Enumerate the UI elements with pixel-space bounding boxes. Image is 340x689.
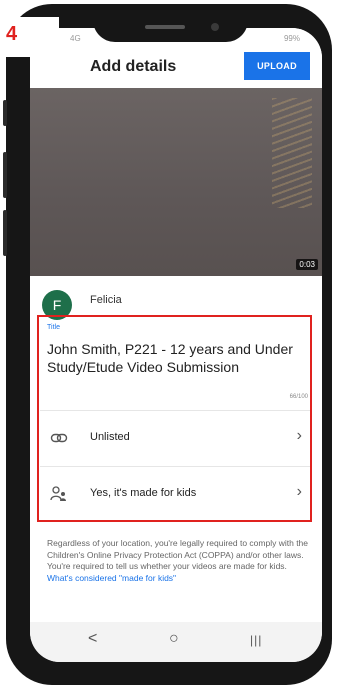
upload-button[interactable]: UPLOAD bbox=[244, 52, 310, 80]
android-nav-bar: < ○ ||| bbox=[30, 622, 322, 662]
nav-home-button[interactable]: ○ bbox=[169, 630, 179, 648]
camera bbox=[211, 23, 219, 31]
person-kids-icon bbox=[50, 486, 66, 501]
step-number-badge: 4 bbox=[3, 17, 59, 57]
disclaimer-text: Regardless of your location, you're lega… bbox=[47, 538, 309, 571]
status-network: 4G bbox=[70, 34, 81, 43]
chevron-right-icon: › bbox=[296, 483, 302, 500]
audience-value: Yes, it's made for kids bbox=[90, 487, 197, 499]
title-input[interactable]: John Smith, P221 - 12 years and Under St… bbox=[47, 340, 307, 376]
speaker bbox=[145, 25, 185, 29]
divider bbox=[40, 410, 310, 411]
video-texture bbox=[272, 98, 312, 208]
step-number: 4 bbox=[6, 23, 18, 45]
visibility-value: Unlisted bbox=[90, 431, 130, 443]
chevron-right-icon: › bbox=[296, 427, 302, 444]
title-char-count: 66/100 bbox=[289, 394, 308, 400]
phone-notch bbox=[93, 12, 248, 42]
link-icon bbox=[50, 433, 68, 443]
made-for-kids-link[interactable]: What's considered "made for kids" bbox=[47, 573, 176, 583]
channel-name: Felicia bbox=[90, 294, 122, 306]
video-duration: 0:03 bbox=[296, 259, 318, 270]
nav-back-button[interactable]: < bbox=[88, 630, 97, 648]
phone-side-button bbox=[3, 152, 7, 198]
video-preview[interactable]: 0:03 bbox=[30, 88, 322, 276]
phone-side-button bbox=[3, 210, 7, 256]
phone-side-button bbox=[3, 100, 7, 126]
nav-recents-button[interactable]: ||| bbox=[250, 633, 262, 647]
phone-screen: 4G 99% Add details UPLOAD 0:03 F Felicia… bbox=[30, 28, 322, 662]
channel-row: F Felicia bbox=[30, 276, 322, 320]
page-title: Add details bbox=[90, 58, 177, 75]
visibility-row[interactable]: Unlisted › bbox=[40, 416, 310, 460]
status-battery: 99% bbox=[283, 34, 300, 43]
title-field-label: Title bbox=[47, 324, 60, 331]
audience-row[interactable]: Yes, it's made for kids › bbox=[40, 472, 310, 516]
divider bbox=[40, 466, 310, 467]
coppa-disclaimer: Regardless of your location, you're lega… bbox=[47, 538, 309, 584]
